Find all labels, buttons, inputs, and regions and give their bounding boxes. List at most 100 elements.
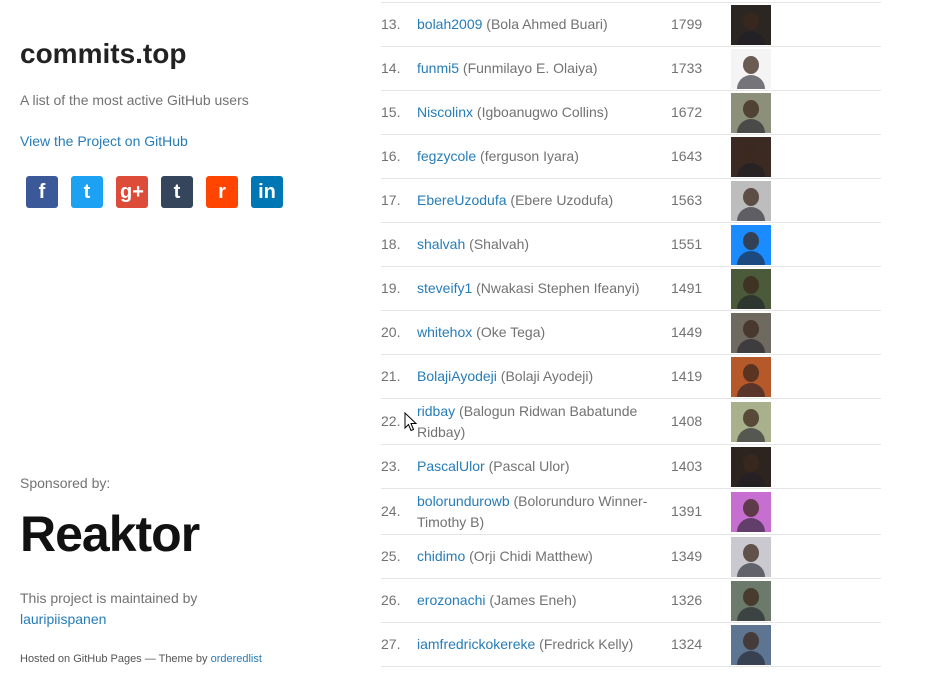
rank: 22. [381,413,401,429]
user-full-name: (Bola Ahmed Buari) [486,16,608,32]
avatar[interactable] [731,4,771,45]
user-full-name: (Nwakasi Stephen Ifeanyi) [476,280,640,296]
commit-count: 1563 [671,192,703,208]
rank-cell: 26. [381,578,417,623]
google-plus-icon[interactable]: g+ [116,176,148,208]
maintainer-prefix: This project is maintained by [20,590,198,606]
commit-count: 1391 [671,503,703,519]
avatar[interactable] [731,92,771,133]
user-full-name: (James Eneh) [489,592,577,608]
user-login-link[interactable]: erozonachi [417,592,486,608]
avatar-shoulders-icon [737,118,765,133]
avatar-cell [731,90,881,135]
user-login-link[interactable]: chidimo [417,548,465,564]
site-title[interactable]: commits.top [20,38,186,70]
rank-cell: 15. [381,90,417,135]
avatar[interactable] [731,224,771,265]
user-login-link[interactable]: EbereUzodufa [417,192,507,208]
avatar-figure-icon [743,143,759,162]
user-login-link[interactable]: whitehox [417,324,472,340]
user-ranking-table: 13. bolah2009 (Bola Ahmed Buari) 1799 14. fu… [381,2,881,667]
avatar-figure-icon [743,55,759,74]
avatar-figure-icon [743,187,759,206]
avatar[interactable] [731,401,771,442]
commit-count: 1326 [671,592,703,608]
sponsor-logo[interactable]: Reaktor [20,504,200,564]
user-login-link[interactable]: shalvah [417,236,465,252]
commit-count: 1349 [671,548,703,564]
avatar[interactable] [731,48,771,89]
rank-cell: 16. [381,134,417,179]
avatar-cell [731,534,881,579]
avatar-shoulders-icon [737,650,765,665]
avatar[interactable] [731,536,771,577]
view-project-link[interactable]: View the Project on GitHub [20,133,188,149]
user-login-link[interactable]: iamfredrickokereke [417,636,535,652]
rank: 21. [381,368,401,384]
avatar[interactable] [731,446,771,487]
commit-count-cell: 1643 [671,134,731,179]
rank: 13. [381,16,401,32]
user-cell: chidimo (Orji Chidi Matthew) [417,534,671,579]
rank-cell: 25. [381,534,417,579]
avatar[interactable] [731,268,771,309]
table-row: 15. Niscolinx (Igboanugwo Collins) 1672 [381,90,881,135]
rank: 17. [381,192,401,208]
rank: 16. [381,148,401,164]
avatar-shoulders-icon [737,206,765,221]
user-login-link[interactable]: fegzycole [417,148,476,164]
rank-cell: 17. [381,178,417,223]
avatar[interactable] [731,312,771,353]
user-cell: iamfredrickokereke (Fredrick Kelly) [417,622,671,667]
user-login-link[interactable]: PascalUlor [417,458,485,474]
avatar[interactable] [731,580,771,621]
user-full-name: (Orji Chidi Matthew) [469,548,593,564]
user-login-link[interactable]: BolajiAyodeji [417,368,497,384]
commit-count-cell: 1551 [671,222,731,267]
rank: 18. [381,236,401,252]
avatar-cell [731,178,881,223]
rank: 19. [381,280,401,296]
twitter-icon[interactable]: t [71,176,103,208]
commit-count-cell: 1491 [671,266,731,311]
rank-cell: 22. [381,398,417,445]
avatar[interactable] [731,356,771,397]
linkedin-icon[interactable]: in [251,176,283,208]
rank-cell: 18. [381,222,417,267]
avatar[interactable] [731,180,771,221]
rank-cell: 21. [381,354,417,399]
commit-count-cell: 1419 [671,354,731,399]
user-login-link[interactable]: ridbay [417,403,455,419]
theme-author-link[interactable]: orderedlist [211,653,262,665]
table-row: 22. ridbay (Balogun Ridwan Babatunde Ridb… [381,398,881,445]
commit-count: 1408 [671,413,703,429]
table-row: 14. funmi5 (Funmilayo E. Olaiya) 1733 [381,46,881,91]
user-login-link[interactable]: bolorundurowb [417,493,510,509]
user-login-link[interactable]: bolah2009 [417,16,482,32]
user-cell: PascalUlor (Pascal Ulor) [417,444,671,489]
user-login-link[interactable]: Niscolinx [417,104,473,120]
avatar[interactable] [731,136,771,177]
rank-cell: 24. [381,488,417,535]
avatar-figure-icon [743,275,759,294]
commit-count-cell: 1672 [671,90,731,135]
maintainer-link[interactable]: lauripiispanen [20,611,106,627]
avatar[interactable] [731,491,771,532]
user-rows: 13. bolah2009 (Bola Ahmed Buari) 1799 14. fu… [381,2,881,667]
avatar-cell [731,622,881,667]
reddit-icon[interactable]: r [206,176,238,208]
tumblr-icon[interactable]: t [161,176,193,208]
user-cell: BolajiAyodeji (Bolaji Ayodeji) [417,354,671,399]
avatar-figure-icon [743,319,759,338]
avatar-shoulders-icon [737,427,765,442]
user-login-link[interactable]: steveify1 [417,280,472,296]
table-row: 27. iamfredrickokereke (Fredrick Kelly) 13… [381,622,881,667]
facebook-icon[interactable]: f [26,176,58,208]
user-full-name: (ferguson Iyara) [480,148,579,164]
commit-count: 1324 [671,636,703,652]
user-login-link[interactable]: funmi5 [417,60,459,76]
table-row: 17. EbereUzodufa (Ebere Uzodufa) 1563 [381,178,881,223]
avatar[interactable] [731,624,771,665]
rank: 24. [381,503,401,519]
user-full-name: (Oke Tega) [476,324,546,340]
